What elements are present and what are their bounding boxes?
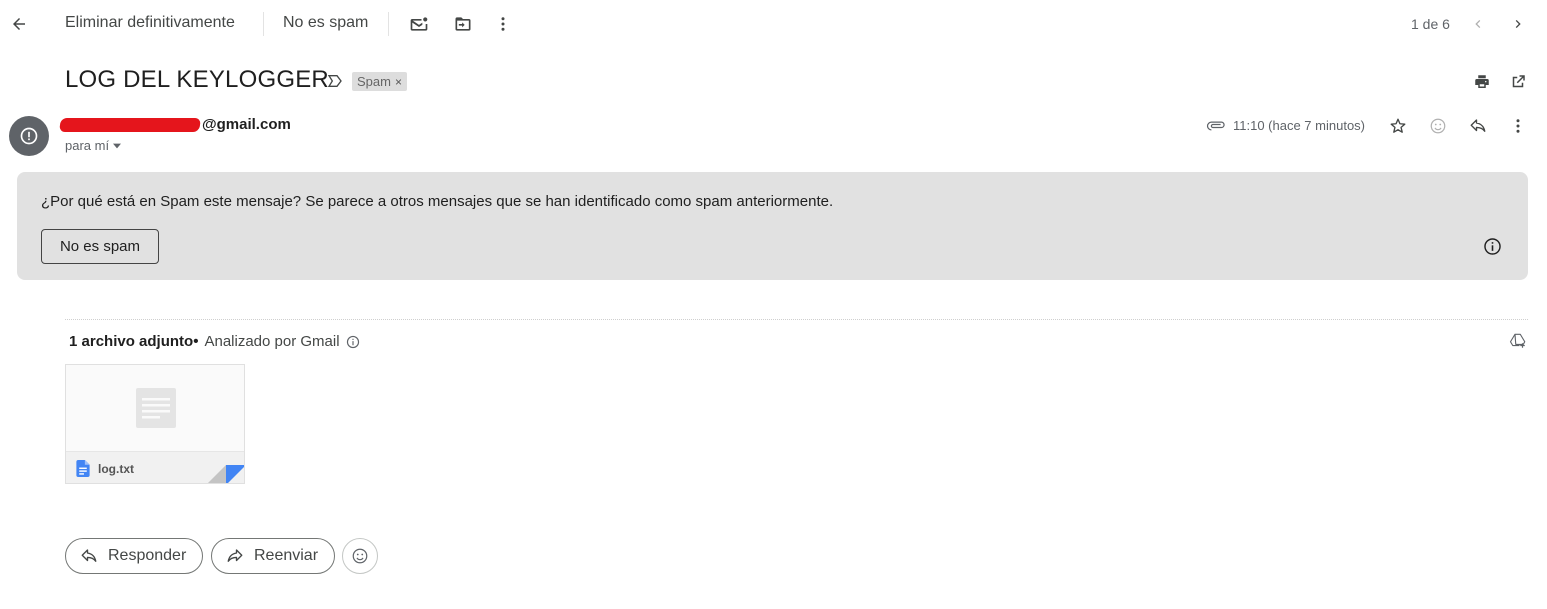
emoji-reaction-icon[interactable]	[1422, 110, 1454, 142]
back-arrow-icon[interactable]	[3, 8, 35, 40]
delete-forever-button[interactable]: Eliminar definitivamente	[65, 14, 235, 32]
star-icon[interactable]	[1382, 110, 1414, 142]
attachment-filename: log.txt	[98, 462, 134, 476]
reply-arrow-icon	[81, 549, 97, 562]
forward-arrow-icon	[227, 549, 243, 562]
open-in-new-window-icon[interactable]	[1502, 66, 1534, 98]
chevron-right-icon[interactable]	[1502, 8, 1534, 40]
toolbar-divider	[263, 12, 264, 36]
spam-reason-text: ¿Por qué está en Spam este mensaje? Se p…	[41, 193, 833, 210]
remove-label-button[interactable]: ×	[395, 75, 402, 89]
scanned-by-gmail: Analizado por Gmail	[204, 333, 340, 350]
toolbar-divider	[388, 12, 389, 36]
spam-label-text: Spam	[357, 74, 391, 89]
not-spam-toolbar-button[interactable]: No es spam	[283, 14, 368, 32]
attachment-clip-icon	[1200, 110, 1232, 142]
to-me-label: para mí	[65, 138, 110, 153]
sender-email-suffix: @gmail.com	[202, 116, 291, 133]
folded-corner-icon	[208, 465, 244, 483]
attachments-header: 1 archivo adjunto• Analizado por Gmail	[69, 333, 360, 350]
text-document-icon	[136, 388, 176, 428]
spam-warning-banner: ¿Por qué está en Spam este mensaje? Se p…	[17, 172, 1528, 280]
recipient-details-toggle[interactable]: para mí	[65, 138, 122, 153]
pager-text: 1 de 6	[1411, 16, 1450, 32]
print-icon[interactable]	[1466, 66, 1498, 98]
not-spam-button[interactable]: No es spam	[41, 229, 159, 264]
reply-label: Responder	[108, 547, 187, 564]
more-vert-icon[interactable]	[487, 8, 519, 40]
doc-icon	[76, 460, 90, 477]
received-time: 11:10 (hace 7 minutos)	[1233, 118, 1365, 133]
redaction-mark	[59, 118, 201, 133]
more-options-icon[interactable]	[1502, 110, 1534, 142]
attachment-count: 1 archivo adjunto•	[69, 333, 199, 350]
chevron-left-icon[interactable]	[1462, 8, 1494, 40]
sender-avatar[interactable]	[9, 116, 49, 156]
info-icon[interactable]	[1476, 230, 1508, 262]
spam-reason-question: ¿Por qué está en Spam este mensaje?	[41, 193, 302, 210]
attachment-preview	[66, 365, 244, 451]
forward-button[interactable]: Reenviar	[211, 538, 336, 574]
smiley-icon	[352, 548, 368, 564]
move-to-icon[interactable]	[447, 8, 479, 40]
importance-marker-icon[interactable]	[320, 66, 350, 96]
add-to-drive-icon[interactable]	[1502, 325, 1534, 357]
email-subject: LOG DEL KEYLOGGER	[65, 66, 329, 93]
attachment-card[interactable]: log.txt	[65, 364, 245, 484]
sender-address[interactable]: @gmail.com	[59, 116, 291, 133]
reply-button[interactable]: Responder	[65, 538, 204, 574]
mark-unread-icon[interactable]	[403, 8, 435, 40]
attachments-divider	[65, 319, 1528, 320]
attachment-footer: log.txt	[66, 451, 244, 483]
forward-label: Reenviar	[254, 547, 319, 564]
warning-icon	[20, 127, 38, 145]
spam-reason-explanation: Se parece a otros mensajes que se han id…	[301, 193, 834, 210]
spam-label-chip: Spam ×	[352, 72, 407, 91]
emoji-react-button[interactable]	[342, 538, 378, 574]
reply-icon[interactable]	[1462, 110, 1494, 142]
caret-down-icon	[113, 143, 122, 148]
info-small-icon[interactable]	[346, 335, 360, 349]
